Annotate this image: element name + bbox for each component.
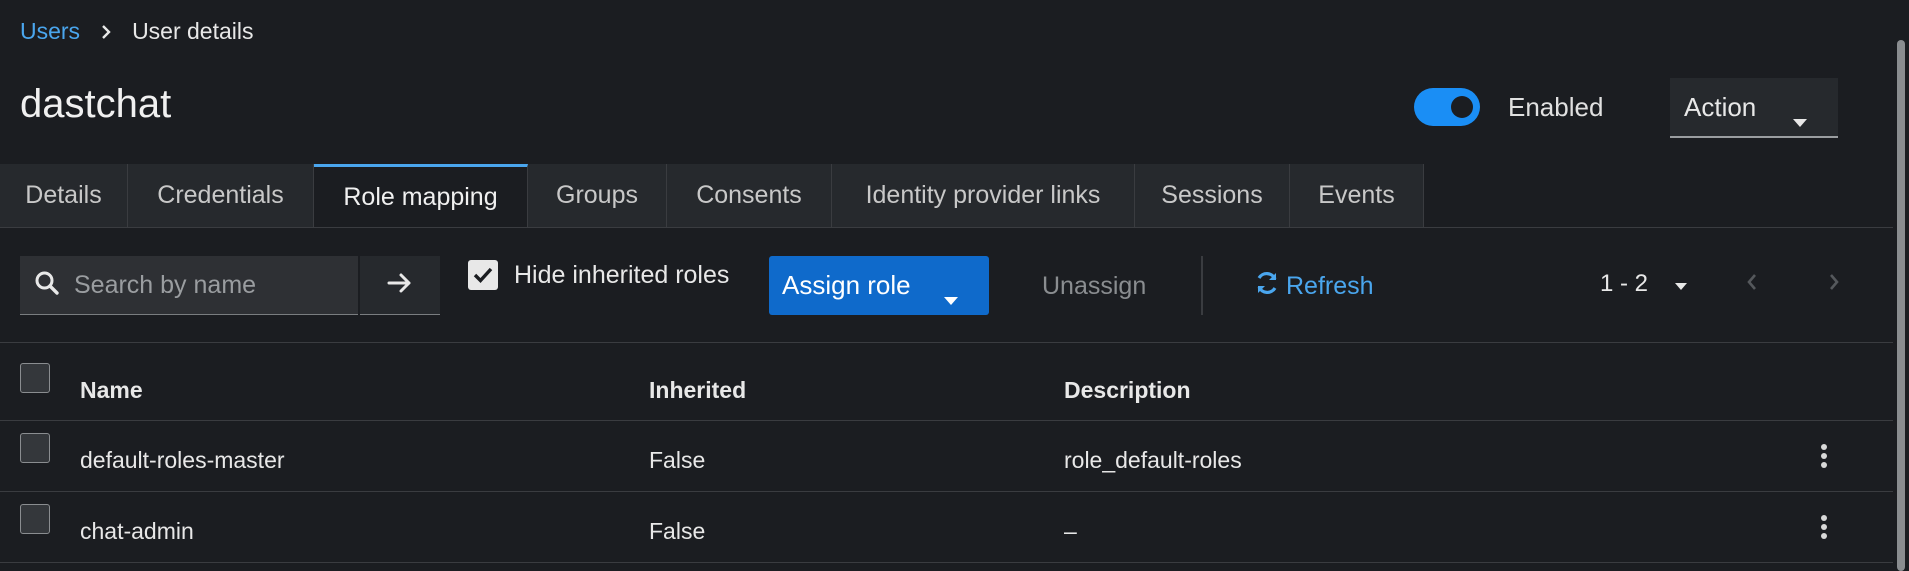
tab-label: Events [1318,181,1395,209]
chevron-right-icon[interactable] [1828,272,1840,297]
role-inherited: False [649,447,706,473]
breadcrumb: Users User details [20,18,254,45]
page-scrollbar[interactable] [1893,0,1909,571]
column-header-description: Description [1064,377,1191,403]
action-dropdown[interactable]: Action [1670,78,1838,138]
tab-identity-provider-links[interactable]: Identity provider links [832,164,1135,227]
row-checkbox[interactable] [20,433,50,463]
tab-role-mapping[interactable]: Role mapping [314,164,528,227]
scrollbar-thumb[interactable] [1897,40,1905,571]
role-description: – [1064,518,1077,544]
tab-groups[interactable]: Groups [528,164,667,227]
search-input[interactable] [72,269,346,301]
column-header-inherited: Inherited [649,377,747,403]
tab-label: Sessions [1161,181,1263,209]
tab-events[interactable]: Events [1290,164,1424,227]
tab-credentials[interactable]: Credentials [128,164,314,227]
tab-details[interactable]: Details [0,164,128,227]
search-group [20,256,440,315]
role-description: role_default-roles [1064,447,1242,473]
caret-down-icon [943,282,959,313]
tab-label: Identity provider links [865,181,1101,209]
tab-label: Credentials [157,181,284,209]
caret-down-icon [1674,270,1688,298]
search-box [20,256,359,315]
arrow-right-icon [387,272,413,299]
breadcrumb-users-link[interactable]: Users [20,18,80,45]
assign-role-button[interactable]: Assign role [769,256,989,315]
chevron-right-icon [100,24,112,40]
role-name: chat-admin [80,518,194,544]
search-icon [34,270,60,301]
pagination-toggle[interactable]: 1 - 2 [1600,270,1688,298]
hide-inherited-roles: Hide inherited roles [468,260,729,290]
row-checkbox[interactable] [20,504,50,534]
chevron-left-icon[interactable] [1746,272,1758,297]
tab-sessions[interactable]: Sessions [1135,164,1290,227]
enabled-toggle[interactable] [1414,88,1480,126]
hide-inherited-checkbox[interactable] [468,260,498,290]
refresh-label: Refresh [1286,272,1374,300]
tab-label: Consents [696,181,802,209]
page-title: dastchat [20,82,172,126]
tab-label: Details [25,181,102,209]
tab-consents[interactable]: Consents [667,164,832,227]
table-row: chat-admin False – [0,492,1893,562]
role-inherited: False [649,518,706,544]
pagination-range: 1 - 2 [1600,270,1649,297]
user-details-page: Users User details dastchat Enabled Acti… [0,0,1893,571]
select-all-checkbox[interactable] [20,363,50,393]
sync-icon [1254,270,1280,303]
table-row: default-roles-master False role_default-… [0,421,1893,491]
caret-down-icon [1792,104,1808,135]
table-header-row: Name Inherited Description [0,343,1893,413]
role-name: default-roles-master [80,447,285,473]
breadcrumb-current: User details [132,18,254,44]
action-label: Action [1684,91,1757,122]
refresh-button[interactable]: Refresh [1254,270,1374,303]
tab-label: Groups [556,181,638,209]
assign-role-label: Assign role [782,270,911,300]
tab-label: Role mapping [343,182,498,211]
column-header-name[interactable]: Name [80,377,143,404]
unassign-button[interactable]: Unassign [1042,272,1146,301]
search-submit-button[interactable] [360,256,440,315]
hide-inherited-label: Hide inherited roles [514,260,730,289]
checkmark-icon [473,267,493,283]
toggle-knob [1451,96,1473,118]
divider [0,562,1893,563]
kebab-menu-icon[interactable] [1814,444,1834,468]
tabs-bar: Details Credentials Role mapping Groups … [0,164,1893,228]
enabled-label: Enabled [1508,92,1604,122]
toolbar-divider [1201,256,1203,315]
kebab-menu-icon[interactable] [1814,515,1834,539]
